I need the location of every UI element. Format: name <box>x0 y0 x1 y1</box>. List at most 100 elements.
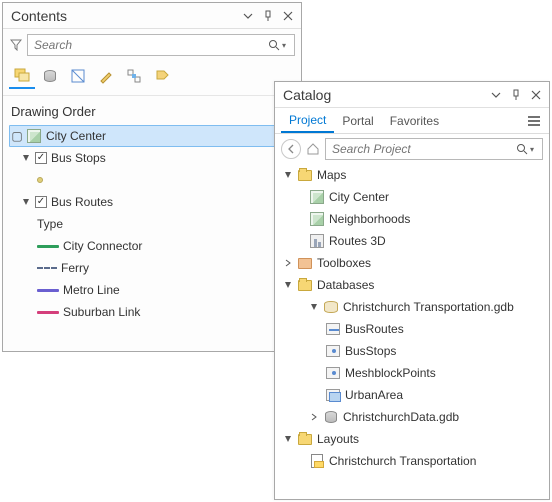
fc-busroutes[interactable]: BusRoutes <box>281 318 543 340</box>
filter-icon[interactable] <box>9 33 23 57</box>
list-snapping-button[interactable] <box>121 63 147 89</box>
swatch-icon <box>37 245 59 248</box>
contents-pane: Contents ▾ Drawing Order ▢ City Center B… <box>2 2 302 352</box>
item-label: BusRoutes <box>345 322 404 336</box>
search-dropdown[interactable]: ▾ <box>530 145 538 154</box>
tab-portal[interactable]: Portal <box>334 110 381 132</box>
search-dropdown[interactable]: ▾ <box>282 41 290 50</box>
fc-meshblockpoints[interactable]: MeshblockPoints <box>281 362 543 384</box>
legend-metro-line[interactable]: Metro Line <box>9 279 295 301</box>
collapse-icon[interactable] <box>21 197 31 207</box>
contents-search-input[interactable] <box>32 37 266 53</box>
catalog-search-box[interactable]: ▾ <box>325 138 543 160</box>
contents-search-box[interactable]: ▾ <box>27 34 295 56</box>
expand-icon[interactable] <box>283 258 293 268</box>
gdb-christchurchdata[interactable]: ChristchurchData.gdb <box>281 406 543 428</box>
bus-stops-symbol[interactable] <box>9 169 295 191</box>
contents-title: Contents <box>11 8 237 24</box>
collapse-icon[interactable] <box>283 280 293 290</box>
map-icon <box>26 128 42 144</box>
catalog-search-input[interactable] <box>330 141 514 157</box>
node-label: Toolboxes <box>317 256 371 270</box>
contents-toolbar <box>3 61 301 96</box>
list-editing-button[interactable] <box>93 63 119 89</box>
node-label: Layouts <box>317 432 359 446</box>
layer-bus-routes[interactable]: Bus Routes <box>9 191 295 213</box>
gdb-christchurch-transportation[interactable]: Christchurch Transportation.gdb <box>281 296 543 318</box>
catalog-header: Catalog <box>275 82 549 108</box>
legend-ferry[interactable]: Ferry <box>9 257 295 279</box>
legend-label: Metro Line <box>63 283 120 297</box>
close-button[interactable] <box>527 86 545 104</box>
node-databases[interactable]: Databases <box>281 274 543 296</box>
search-icon[interactable] <box>266 39 282 51</box>
catalog-title: Catalog <box>283 87 485 103</box>
collapse-icon[interactable] <box>309 302 319 312</box>
options-button[interactable] <box>239 7 257 25</box>
search-icon[interactable] <box>514 143 530 155</box>
map-icon <box>309 211 325 227</box>
list-labeling-button[interactable] <box>149 63 175 89</box>
contents-search-row: ▾ <box>3 29 301 61</box>
collapse-icon[interactable] <box>283 170 293 180</box>
item-label: Neighborhoods <box>329 212 410 226</box>
tab-project[interactable]: Project <box>281 109 334 133</box>
back-button[interactable] <box>281 139 301 159</box>
legend-label: Ferry <box>61 261 89 275</box>
list-selection-button[interactable] <box>65 63 91 89</box>
collapse-icon[interactable] <box>283 434 293 444</box>
autohide-button[interactable] <box>259 7 277 25</box>
map-frame-city-center[interactable]: ▢ City Center <box>9 125 295 147</box>
tab-favorites[interactable]: Favorites <box>382 110 447 132</box>
line-fc-icon <box>325 321 341 337</box>
catalog-pane: Catalog Project Portal Favorites ▾ Maps … <box>274 81 550 500</box>
database-folder-icon <box>297 277 313 293</box>
node-label: Maps <box>317 168 346 182</box>
catalog-tree: Maps City Center Neighborhoods Routes 3D… <box>275 164 549 499</box>
autohide-button[interactable] <box>507 86 525 104</box>
collapse-icon[interactable]: ▢ <box>12 131 22 141</box>
swatch-icon <box>37 289 59 292</box>
layer-visibility-checkbox[interactable] <box>35 152 47 164</box>
point-fc-icon <box>325 343 341 359</box>
list-data-source-button[interactable] <box>37 63 63 89</box>
legend-suburban-link[interactable]: Suburban Link <box>9 301 295 323</box>
item-label: City Center <box>329 190 389 204</box>
map-name-label: City Center <box>46 129 106 143</box>
drawing-order-heading: Drawing Order <box>3 96 301 125</box>
item-label: Routes 3D <box>329 234 386 248</box>
point-symbol-icon <box>37 177 43 183</box>
catalog-nav-row: ▾ <box>275 134 549 164</box>
layer-visibility-checkbox[interactable] <box>35 196 47 208</box>
close-button[interactable] <box>279 7 297 25</box>
fc-urbanarea[interactable]: UrbanArea <box>281 384 543 406</box>
swatch-icon <box>37 267 57 269</box>
polygon-fc-icon <box>325 387 341 403</box>
item-label: BusStops <box>345 344 396 358</box>
layer-label: Bus Stops <box>51 151 106 165</box>
layer-bus-stops[interactable]: Bus Stops <box>9 147 295 169</box>
expand-icon[interactable] <box>309 412 319 422</box>
menu-button[interactable] <box>525 112 543 130</box>
map-item-neighborhoods[interactable]: Neighborhoods <box>281 208 543 230</box>
type-label: Type <box>37 217 63 231</box>
contents-tree: ▢ City Center Bus Stops Bus Routes Type … <box>3 125 301 351</box>
collapse-icon[interactable] <box>21 153 31 163</box>
layout-item-christchurch[interactable]: Christchurch Transportation <box>281 450 543 472</box>
map-item-routes-3d[interactable]: Routes 3D <box>281 230 543 252</box>
list-drawing-order-button[interactable] <box>9 63 35 89</box>
node-toolboxes[interactable]: Toolboxes <box>281 252 543 274</box>
legend-city-connector[interactable]: City Connector <box>9 235 295 257</box>
home-icon[interactable] <box>305 141 321 157</box>
point-fc-icon <box>325 365 341 381</box>
catalog-tabs: Project Portal Favorites <box>275 108 549 134</box>
node-maps[interactable]: Maps <box>281 164 543 186</box>
legend-label: Suburban Link <box>63 305 140 319</box>
swatch-icon <box>37 311 59 314</box>
options-button[interactable] <box>487 86 505 104</box>
node-layouts[interactable]: Layouts <box>281 428 543 450</box>
map-item-city-center[interactable]: City Center <box>281 186 543 208</box>
fc-busstops[interactable]: BusStops <box>281 340 543 362</box>
item-label: MeshblockPoints <box>345 366 436 380</box>
legend-label: City Connector <box>63 239 142 253</box>
